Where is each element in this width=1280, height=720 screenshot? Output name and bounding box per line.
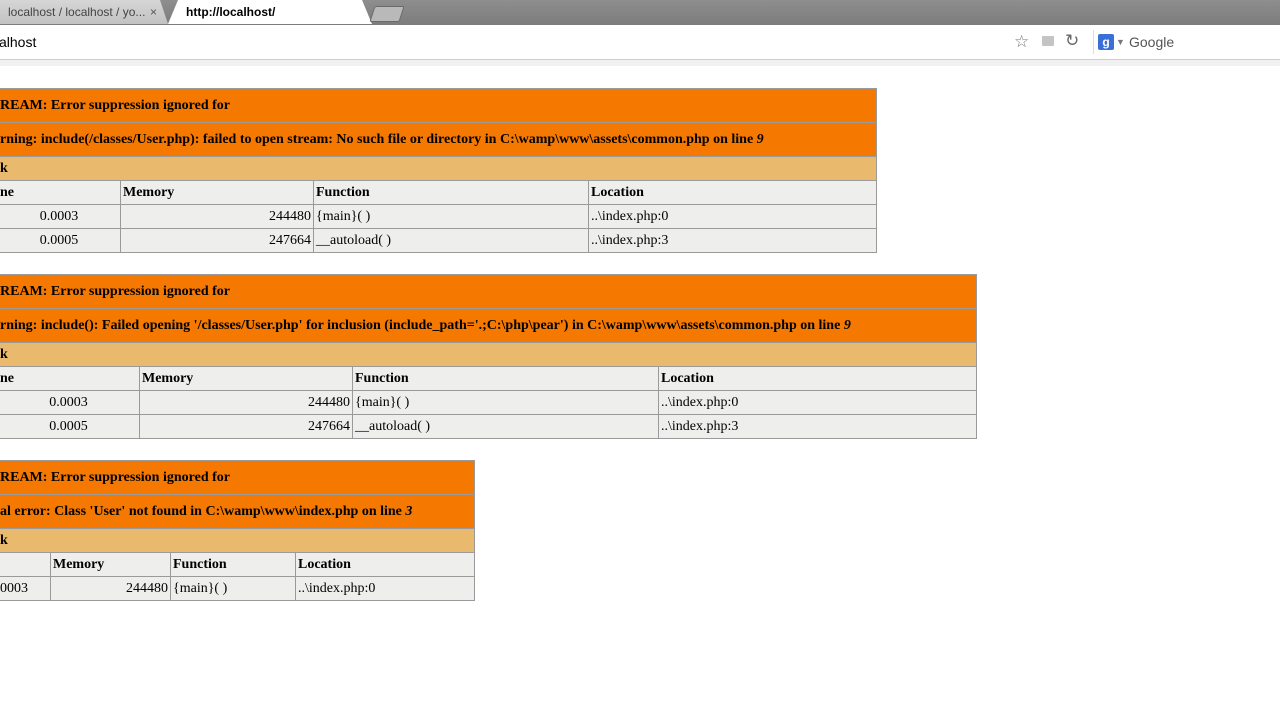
new-tab-button[interactable] bbox=[369, 6, 405, 22]
cell-memory: 244480 bbox=[139, 390, 353, 415]
google-icon: g bbox=[1098, 34, 1114, 50]
cell-time: 0.0003 bbox=[0, 204, 121, 229]
column-header-location: Location bbox=[587, 180, 878, 205]
table-row: 0.0003 244480 {main}( ) ..\index.php:0 bbox=[0, 204, 878, 229]
cell-time: 0.0003 bbox=[0, 390, 140, 415]
cell-memory: 244480 bbox=[120, 204, 314, 229]
error-line: 9 bbox=[843, 317, 851, 333]
table-row: 0003 244480 {main}( ) ..\index.php:0 bbox=[0, 576, 476, 601]
column-header-memory: Memory bbox=[50, 552, 171, 577]
column-header-time: ne bbox=[0, 180, 121, 205]
column-header-time: ne bbox=[0, 366, 140, 391]
cell-function: __autoload( ) bbox=[352, 414, 659, 439]
cell-time: 0003 bbox=[0, 576, 51, 601]
error-message-text: rning: include(/classes/User.php): faile… bbox=[0, 131, 757, 147]
error-title: REAM: Error suppression ignored for bbox=[0, 460, 476, 495]
cell-location: ..\index.php:0 bbox=[657, 390, 978, 415]
error-line: 3 bbox=[405, 503, 413, 519]
cell-time: 0.0005 bbox=[0, 228, 121, 253]
search-engine-label[interactable]: Google bbox=[1129, 30, 1174, 54]
browser-toolbar: calhost ☆ ↻ g ▼ Google bbox=[0, 25, 1280, 60]
error-message-text: al error: Class 'User' not found in C:\w… bbox=[0, 503, 406, 519]
error-message-text: rning: include(): Failed opening '/class… bbox=[0, 317, 844, 333]
cell-function: {main}( ) bbox=[352, 390, 659, 415]
column-header-function: Function bbox=[313, 180, 589, 205]
search-box[interactable]: g ▼ Google bbox=[1093, 30, 1280, 54]
column-header-memory: Memory bbox=[120, 180, 314, 205]
cell-location: ..\index.php:0 bbox=[587, 204, 878, 229]
cell-location: ..\index.php:0 bbox=[294, 576, 476, 601]
tab-label: http://localhost/ bbox=[186, 5, 276, 19]
error-title: REAM: Error suppression ignored for bbox=[0, 88, 878, 123]
tab-strip: localhost / localhost / yo... × http://l… bbox=[0, 0, 1280, 25]
tab-active-localhost[interactable]: http://localhost/ bbox=[168, 0, 372, 24]
error-table: REAM: Error suppression ignored for al e… bbox=[0, 460, 476, 601]
tab-localhost-phpmyadmin[interactable]: localhost / localhost / yo... × bbox=[0, 0, 168, 24]
close-icon[interactable]: × bbox=[150, 0, 157, 24]
column-header-memory: Memory bbox=[139, 366, 353, 391]
table-row: 0.0003 244480 {main}( ) ..\index.php:0 bbox=[0, 390, 978, 415]
cell-memory: 244480 bbox=[50, 576, 171, 601]
chevron-down-icon[interactable]: ▼ bbox=[1116, 34, 1125, 50]
cell-location: ..\index.php:3 bbox=[657, 414, 978, 439]
column-header-time bbox=[0, 552, 51, 577]
error-title: REAM: Error suppression ignored for bbox=[0, 274, 978, 309]
error-table: REAM: Error suppression ignored for rnin… bbox=[0, 88, 878, 253]
cell-function: {main}( ) bbox=[313, 204, 589, 229]
cell-function: {main}( ) bbox=[170, 576, 296, 601]
address-bar[interactable]: calhost bbox=[0, 25, 36, 59]
error-table: REAM: Error suppression ignored for rnin… bbox=[0, 274, 978, 439]
bookmark-star-icon[interactable]: ☆ bbox=[1014, 32, 1029, 52]
table-row: 0.0005 247664 __autoload( ) ..\index.php… bbox=[0, 414, 978, 439]
error-message: rning: include(/classes/User.php): faile… bbox=[0, 122, 878, 157]
cell-time: 0.0005 bbox=[0, 414, 140, 439]
cell-function: __autoload( ) bbox=[313, 228, 589, 253]
table-row: 0.0005 247664 __autoload( ) ..\index.php… bbox=[0, 228, 878, 253]
column-header-function: Function bbox=[352, 366, 659, 391]
error-message: al error: Class 'User' not found in C:\w… bbox=[0, 494, 476, 529]
call-stack-label: k bbox=[0, 342, 978, 367]
page-action-icon[interactable] bbox=[1042, 36, 1054, 46]
error-message: rning: include(): Failed opening '/class… bbox=[0, 308, 978, 343]
cell-location: ..\index.php:3 bbox=[587, 228, 878, 253]
column-header-function: Function bbox=[170, 552, 296, 577]
call-stack-label: k bbox=[0, 528, 476, 553]
content-top-shade bbox=[0, 60, 1280, 66]
cell-memory: 247664 bbox=[120, 228, 314, 253]
tab-label: localhost / localhost / yo... bbox=[8, 5, 146, 19]
column-header-location: Location bbox=[657, 366, 978, 391]
reload-icon[interactable]: ↻ bbox=[1065, 31, 1079, 51]
cell-memory: 247664 bbox=[139, 414, 353, 439]
call-stack-label: k bbox=[0, 156, 878, 181]
column-header-location: Location bbox=[294, 552, 476, 577]
error-line: 9 bbox=[756, 131, 764, 147]
